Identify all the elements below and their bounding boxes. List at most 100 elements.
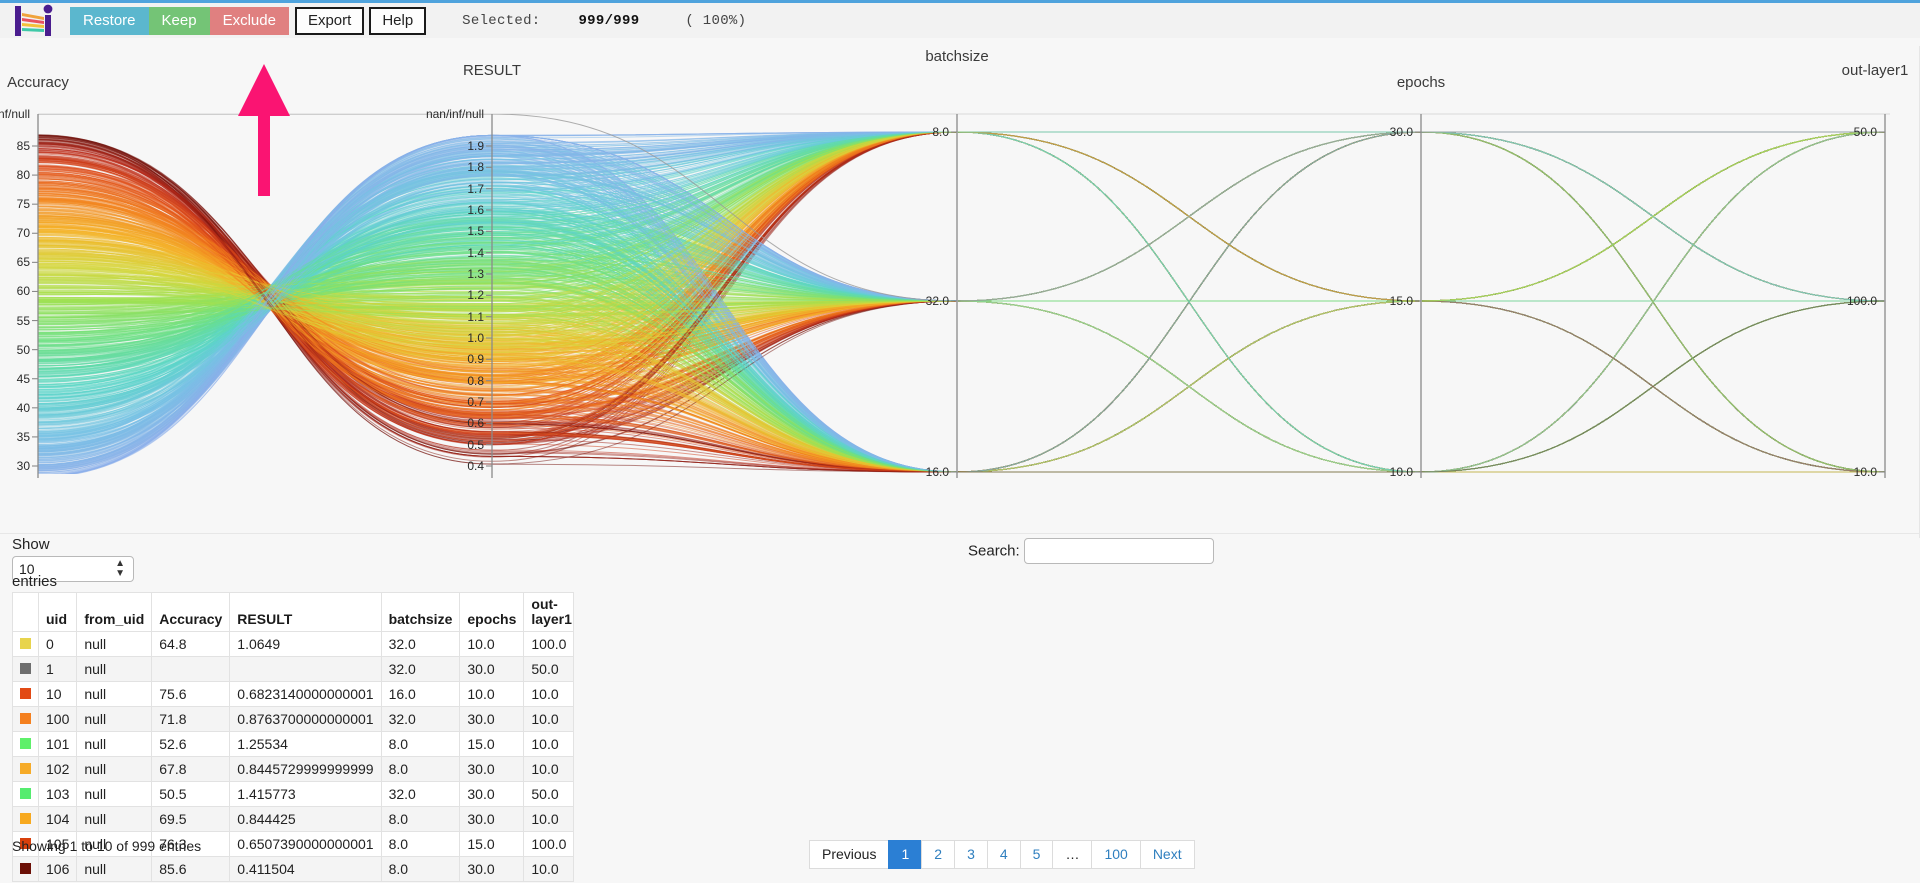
cell-batchsize: 8.0: [380, 731, 461, 757]
table-row[interactable]: 100 null 71.8 0.8763700000000001 32.0 30.0 10.…: [12, 706, 575, 732]
color-swatch: [20, 713, 31, 724]
tick-label-epochs-30.0: 30.0: [1389, 125, 1413, 139]
col-batchsize[interactable]: batchsize: [380, 592, 461, 632]
cell-epochs: 15.0: [459, 831, 525, 857]
color-swatch: [20, 638, 31, 649]
tick-label-epochs-15.0: 15.0: [1389, 294, 1413, 308]
tick-label-Accuracy-85: 85: [16, 139, 30, 153]
tick-label-RESULT-0.4: 0.4: [467, 459, 484, 473]
chevron-updown-icon: ▲ ▼: [115, 558, 125, 579]
tick-label-RESULT-1.3: 1.3: [467, 267, 484, 281]
pagination-next[interactable]: Next: [1139, 840, 1195, 869]
tick-label-batchsize-16.0: 16.0: [925, 465, 949, 479]
restore-button[interactable]: Restore: [70, 6, 149, 35]
tick-label-RESULT-0.7: 0.7: [467, 395, 484, 409]
tick-label-Accuracy-45: 45: [16, 371, 30, 386]
cell-uid: 102: [37, 756, 78, 782]
cell-out-layer1: 50.0: [523, 781, 575, 807]
col-result[interactable]: RESULT: [229, 592, 382, 632]
cell-uid: 1: [37, 656, 78, 682]
table-row[interactable]: 102 null 67.8 0.8445729999999999 8.0 30.0 10.0: [12, 756, 575, 782]
help-button[interactable]: Help: [369, 6, 427, 35]
cell-epochs: 30.0: [459, 656, 525, 682]
table-row[interactable]: 101 null 52.6 1.25534 8.0 15.0 10.0: [12, 731, 575, 757]
pagination-page-4[interactable]: 4: [986, 840, 1021, 869]
axis-nan-label-accuracy: nan/inf/null: [0, 107, 30, 121]
tick-label-RESULT-0.9: 0.9: [467, 352, 484, 367]
row-color-swatch: [12, 806, 39, 832]
exclude-button[interactable]: Exclude: [209, 6, 289, 35]
table-row[interactable]: 106 null 85.6 0.411504 8.0 30.0 10.0: [12, 856, 575, 882]
pagination-page-1[interactable]: 1: [888, 840, 923, 869]
selected-label: Selected:: [462, 12, 541, 29]
cell-result: 0.411504: [229, 856, 382, 882]
cell-result: 1.0649: [229, 631, 382, 657]
cell-out-layer1: 10.0: [523, 731, 575, 757]
col-uid[interactable]: uid: [37, 592, 78, 632]
col-accuracy[interactable]: Accuracy: [151, 592, 231, 632]
axis-title-accuracy: Accuracy: [7, 74, 69, 91]
search-input[interactable]: [1024, 538, 1215, 564]
tick-label-RESULT-1.9: 1.9: [467, 139, 484, 153]
pagination-page-3[interactable]: 3: [954, 840, 988, 869]
cell-from-uid: null: [76, 681, 153, 707]
col-out-layer1[interactable]: out-layer1: [523, 592, 575, 632]
tick-label-Accuracy-50: 50: [16, 342, 30, 357]
table-row[interactable]: 103 null 50.5 1.415773 32.0 30.0 50.0: [12, 781, 575, 807]
table-row[interactable]: 10 null 75.6 0.6823140000000001 16.0 10.0 10.0: [12, 681, 575, 707]
cell-from-uid: null: [76, 731, 153, 757]
cell-accuracy: 64.8: [151, 631, 231, 657]
axis-nan-label-result: nan/inf/null: [425, 107, 484, 121]
tick-label-RESULT-1.1: 1.1: [467, 309, 484, 324]
cell-uid: 106: [37, 856, 78, 882]
pagination-page-2[interactable]: 2: [921, 840, 956, 869]
tick-label-Accuracy-60: 60: [16, 284, 30, 299]
cell-accuracy: 71.8: [151, 706, 231, 732]
tick-label-RESULT-1.4: 1.4: [467, 245, 484, 260]
cell-batchsize: 16.0: [380, 681, 461, 707]
cell-out-layer1: 100.0: [523, 831, 575, 857]
pagination-page-5[interactable]: 5: [1019, 840, 1054, 869]
selected-count: 999/999: [578, 12, 640, 29]
row-color-swatch: [12, 781, 39, 807]
tick-label-batchsize-8.0: 8.0: [932, 125, 949, 139]
cell-result: 0.6507390000000001: [229, 831, 382, 857]
cell-epochs: 30.0: [459, 856, 525, 882]
cell-from-uid: null: [76, 631, 153, 657]
col-color[interactable]: [12, 592, 39, 632]
cell-result: 0.8445729999999999: [229, 756, 382, 782]
cell-out-layer1: 50.0: [523, 656, 575, 682]
pagination-page-100[interactable]: 100: [1091, 840, 1141, 869]
pagination-previous[interactable]: Previous: [809, 840, 890, 869]
cell-batchsize: 8.0: [380, 856, 461, 882]
color-swatch: [20, 663, 31, 674]
col-from-uid[interactable]: from_uid: [76, 592, 153, 632]
cell-from-uid: null: [76, 806, 153, 832]
tick-label-RESULT-1.2: 1.2: [467, 288, 484, 303]
tick-label-RESULT-1.0: 1.0: [467, 331, 484, 345]
row-color-swatch: [12, 681, 39, 707]
action-button-group: Restore Keep Exclude Export Help: [70, 6, 427, 35]
cell-accuracy: 52.6: [151, 731, 231, 757]
pagination: Previous 1 2 3 4 5… 100 Next: [809, 840, 1195, 869]
color-swatch: [20, 688, 31, 699]
search-label: Search:: [968, 542, 1020, 560]
cell-out-layer1: 10.0: [523, 856, 575, 882]
table-row[interactable]: 104 null 69.5 0.844425 8.0 30.0 10.0: [12, 806, 575, 832]
annotation-arrow-icon: [238, 64, 290, 196]
cell-from-uid: null: [76, 856, 153, 882]
table-row[interactable]: 0 null 64.8 1.0649 32.0 10.0 100.0: [12, 631, 575, 657]
cell-out-layer1: 10.0: [523, 681, 575, 707]
col-epochs[interactable]: epochs: [459, 592, 525, 632]
cell-uid: 0: [37, 631, 78, 657]
color-swatch: [20, 738, 31, 749]
show-label: Show: [12, 536, 50, 553]
axis-title-out-layer1: out-layer1: [1841, 62, 1909, 79]
cell-batchsize: 8.0: [380, 831, 461, 857]
cell-uid: 10: [37, 681, 78, 707]
export-button[interactable]: Export: [294, 6, 365, 35]
tick-label-Accuracy-55: 55: [16, 313, 30, 328]
axis-title-result: RESULT: [462, 62, 522, 79]
table-row[interactable]: 1 null 32.0 30.0 50.0: [12, 656, 575, 682]
keep-button[interactable]: Keep: [148, 6, 210, 35]
